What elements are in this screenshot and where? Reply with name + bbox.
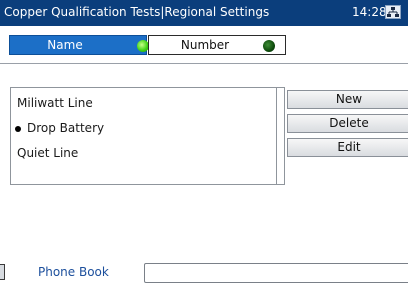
tab-name-label: Name bbox=[47, 38, 83, 52]
list-item-quiet-line[interactable]: Quiet Line bbox=[11, 144, 271, 162]
delete-button[interactable]: Delete bbox=[287, 114, 408, 133]
list-item-label: Miliwatt Line bbox=[17, 96, 93, 110]
clock: 14:28 bbox=[352, 5, 387, 19]
list-item-miliwatt-line[interactable]: Miliwatt Line bbox=[11, 94, 271, 112]
list-item-label: Quiet Line bbox=[17, 146, 79, 160]
tab-phone-book[interactable]: Phone Book bbox=[38, 265, 109, 279]
edit-button[interactable]: Edit bbox=[287, 138, 408, 157]
inactive-led-icon bbox=[263, 40, 275, 52]
window-title: Copper Qualification Tests|Regional Sett… bbox=[4, 5, 270, 19]
settings-list[interactable]: Miliwatt Line Drop Battery Quiet Line bbox=[10, 87, 285, 185]
list-scrollbar-divider bbox=[276, 88, 277, 184]
view-tabs: Name Number bbox=[0, 26, 408, 63]
title-bar: Copper Qualification Tests|Regional Sett… bbox=[0, 0, 408, 26]
new-button[interactable]: New bbox=[287, 90, 408, 109]
list-item-label: Drop Battery bbox=[27, 121, 105, 135]
bottom-tab-frame[interactable] bbox=[144, 263, 408, 283]
tab-number-label: Number bbox=[180, 38, 230, 52]
header-divider bbox=[0, 63, 408, 64]
tab-name[interactable]: Name bbox=[9, 35, 149, 55]
list-item-drop-battery[interactable]: Drop Battery bbox=[11, 119, 271, 137]
tab-number[interactable]: Number bbox=[148, 35, 286, 55]
selected-bullet-icon bbox=[15, 126, 21, 132]
previous-tab-edge[interactable] bbox=[0, 264, 5, 280]
network-status-icon[interactable] bbox=[385, 5, 401, 19]
